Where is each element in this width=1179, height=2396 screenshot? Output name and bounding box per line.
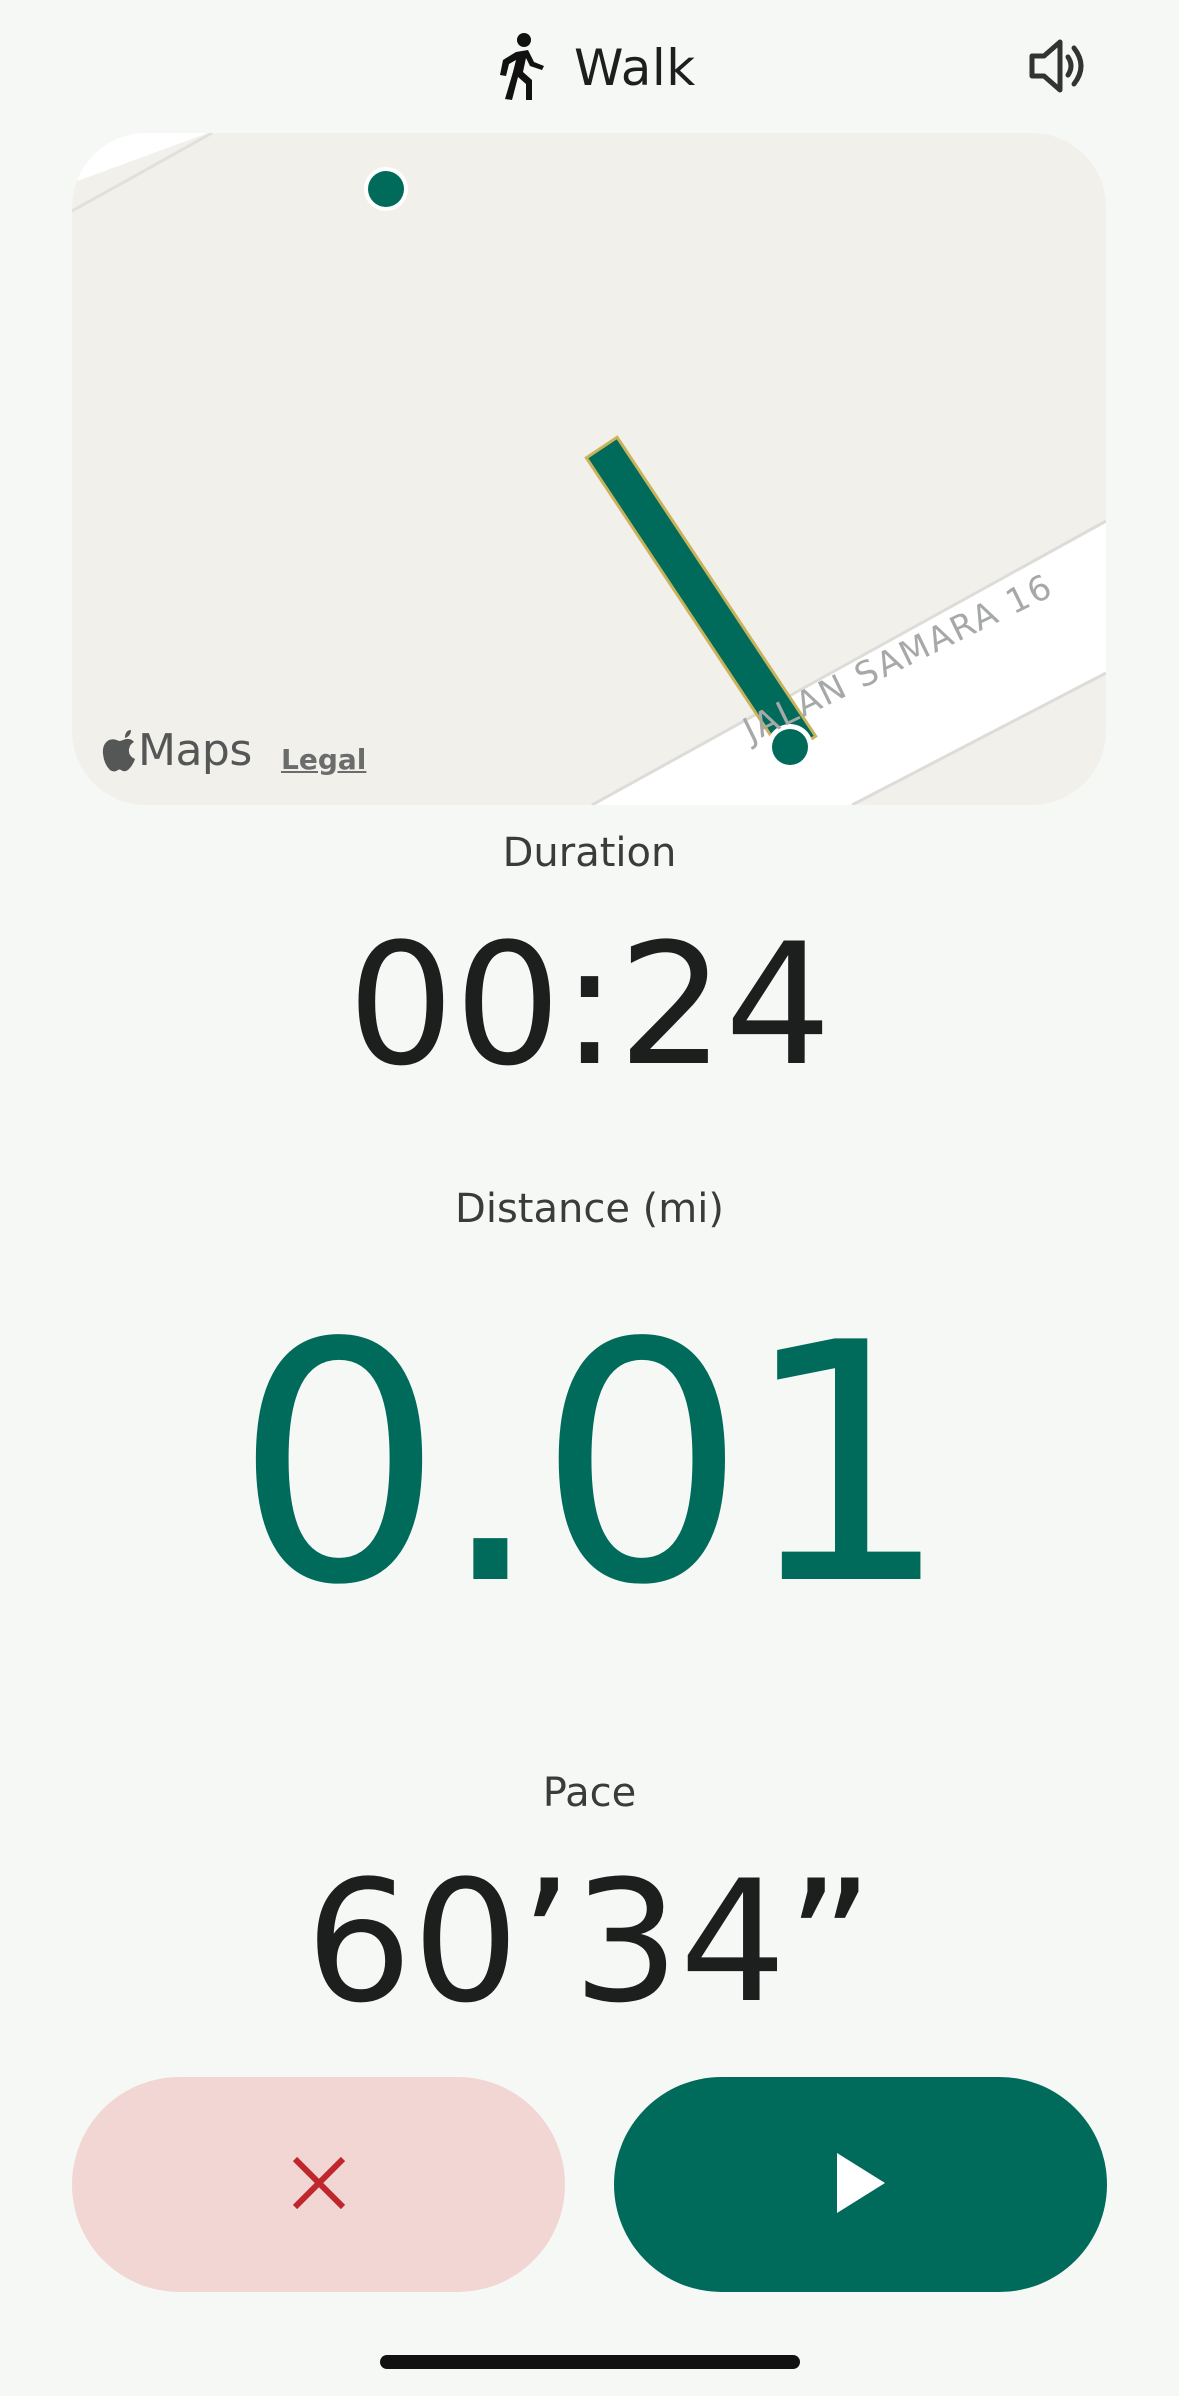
workout-screen: Walk JALAN SAMARA 16 Maps Legal Duration…	[0, 0, 1179, 2396]
maps-wordmark: Maps	[138, 725, 252, 776]
close-icon	[289, 2153, 349, 2217]
title-area: Walk	[492, 30, 696, 106]
maps-attribution: Maps	[102, 725, 252, 776]
road-top-left	[72, 133, 208, 183]
legal-link[interactable]: Legal	[281, 743, 366, 776]
home-indicator[interactable]	[380, 2355, 800, 2369]
map-art	[72, 133, 1106, 805]
pace-label: Pace	[542, 1770, 637, 1816]
walk-icon	[492, 32, 548, 104]
resume-button[interactable]	[614, 2077, 1107, 2292]
pace-value: 60’34”	[305, 1844, 874, 2040]
apple-icon	[102, 729, 136, 772]
page-title: Walk	[574, 39, 696, 97]
discard-button[interactable]	[72, 2077, 565, 2292]
start-marker	[368, 171, 404, 207]
distance-value: 0.01	[234, 1273, 951, 1657]
duration-label: Duration	[502, 830, 677, 876]
header: Walk	[0, 0, 1179, 135]
distance-label: Distance (mi)	[455, 1186, 724, 1232]
duration-value: 00:24	[347, 907, 832, 1103]
route-line	[588, 439, 814, 755]
route-map[interactable]: JALAN SAMARA 16 Maps Legal	[72, 133, 1106, 805]
speaker-icon[interactable]	[1022, 30, 1094, 102]
play-icon	[835, 2151, 887, 2219]
